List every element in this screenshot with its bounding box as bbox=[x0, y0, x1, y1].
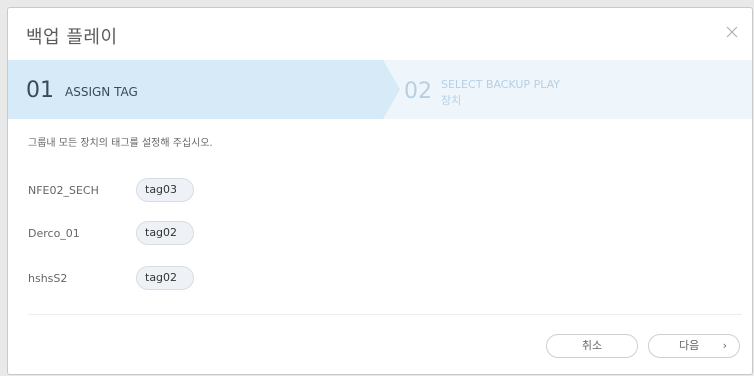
device-name: Derco_01 bbox=[28, 227, 80, 240]
device-row: NFE02_SECH tag03 bbox=[28, 178, 428, 204]
close-icon-svg bbox=[726, 26, 738, 38]
step-2-number: 02 bbox=[404, 79, 432, 104]
close-icon[interactable] bbox=[722, 24, 742, 44]
cancel-button[interactable]: 취소 bbox=[546, 334, 638, 358]
device-name: NFE02_SECH bbox=[28, 184, 99, 197]
step-1-number: 01 bbox=[26, 78, 54, 103]
step-2-label: SELECT BACKUP PLAY bbox=[441, 78, 560, 91]
step-2-sublabel: 장치 bbox=[441, 94, 462, 107]
next-button[interactable]: 다음 › bbox=[648, 334, 740, 358]
device-row: Derco_01 tag02 bbox=[28, 221, 428, 247]
footer-divider bbox=[28, 314, 742, 315]
step-indicator: 01 ASSIGN TAG 02 SELECT BACKUP PLAY 장치 bbox=[8, 60, 752, 119]
device-tag-pill[interactable]: tag02 bbox=[136, 221, 194, 245]
step-1-label: ASSIGN TAG bbox=[65, 85, 138, 99]
device-row: hshsS2 tag02 bbox=[28, 266, 428, 292]
device-tag-pill[interactable]: tag03 bbox=[136, 178, 194, 202]
device-tag-pill[interactable]: tag02 bbox=[136, 266, 194, 290]
backup-play-dialog: 백업 플레이 01 ASSIGN TAG 02 SELECT BACKUP PL… bbox=[7, 7, 753, 375]
chevron-right-icon: › bbox=[722, 339, 727, 352]
next-button-label: 다음 bbox=[679, 339, 700, 352]
device-name: hshsS2 bbox=[28, 272, 68, 285]
instruction-text: 그룹내 모든 장치의 태그를 설정해 주십시오. bbox=[28, 138, 213, 149]
dialog-title: 백업 플레이 bbox=[26, 27, 118, 48]
